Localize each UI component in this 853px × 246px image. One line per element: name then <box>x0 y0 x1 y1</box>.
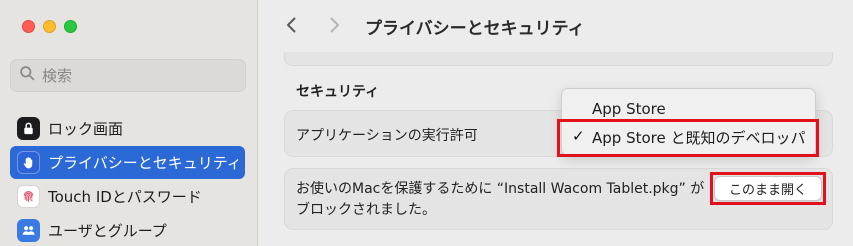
main-content: プライバシーとセキュリティ セキュリティ アプリケーションの実行許可 お使いのM… <box>259 0 853 246</box>
highlight-box-selected-option <box>557 119 819 157</box>
search-placeholder: 検索 <box>42 67 73 85</box>
sidebar-item-privacy-security[interactable]: プライバシーとセキュリティ <box>10 146 245 179</box>
sidebar: 検索 ロック画面 プライバシーとセキュリティ Touch IDとパスワード ユー… <box>0 0 258 246</box>
section-title-security: セキュリティ <box>296 84 380 100</box>
sidebar-item-users-groups[interactable]: ユーザとグループ <box>10 214 245 246</box>
page-title: プライバシーとセキュリティ <box>365 19 585 39</box>
hand-icon <box>17 151 40 174</box>
allow-apps-label: アプリケーションの実行許可 <box>296 128 478 144</box>
sidebar-item-label: ロック画面 <box>48 120 124 138</box>
menu-item-app-store[interactable]: App Store <box>592 100 666 118</box>
sidebar-item-touch-id[interactable]: Touch IDとパスワード <box>10 180 245 213</box>
search-icon <box>19 65 36 86</box>
lock-icon <box>17 117 40 140</box>
sidebar-item-label: ユーザとグループ <box>48 222 167 240</box>
sidebar-item-label: プライバシーとセキュリティ <box>48 154 242 172</box>
minimize-window-button[interactable] <box>43 20 56 33</box>
previous-section-card <box>284 52 833 66</box>
fingerprint-icon <box>17 185 40 208</box>
window-controls <box>22 20 77 33</box>
sidebar-item-lock-screen[interactable]: ロック画面 <box>10 112 245 145</box>
forward-button[interactable] <box>323 14 345 36</box>
sidebar-item-label: Touch IDとパスワード <box>48 188 202 206</box>
search-input[interactable]: 検索 <box>10 59 246 92</box>
back-button[interactable] <box>281 14 303 36</box>
highlight-box-open-button <box>710 172 826 205</box>
close-window-button[interactable] <box>22 20 35 33</box>
blocked-app-message: お使いのMacを保護するために “Install Wacom Tablet.pk… <box>296 181 705 218</box>
zoom-window-button[interactable] <box>64 20 77 33</box>
users-icon <box>17 219 40 242</box>
